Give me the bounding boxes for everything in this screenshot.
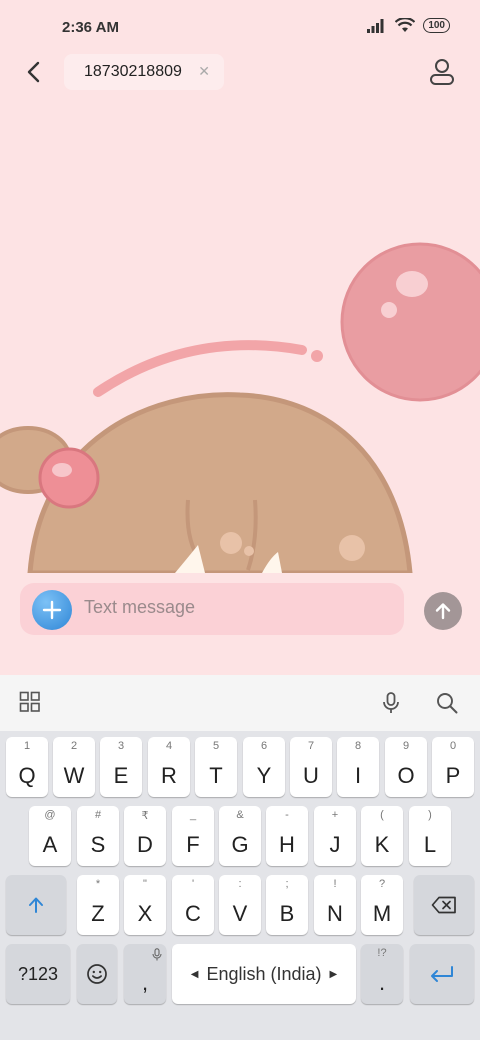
remove-recipient-icon[interactable]: ✕ [198,63,210,80]
key-g[interactable]: & G [219,806,261,866]
battery-indicator: 100 [423,18,450,33]
send-arrow-icon [435,603,451,620]
key-f[interactable]: _ F [172,806,214,866]
wifi-icon [395,18,416,32]
search-icon [437,693,458,714]
contact-button[interactable] [426,56,458,88]
key-s[interactable]: # S [77,806,119,866]
send-button[interactable] [424,592,462,630]
key-v[interactable]: :V [219,875,261,935]
key-o[interactable]: 9O [385,737,427,797]
key-x[interactable]: " X [124,875,166,935]
space-key[interactable]: ◀ English (India) ▶ [172,944,356,1004]
key-y[interactable]: 6Y [243,737,285,797]
wallpaper-illustration [0,242,480,573]
person-icon [430,59,454,85]
language-right-arrow-icon: ▶ [329,968,338,980]
key-h[interactable]: -H [266,806,308,866]
back-button[interactable] [18,56,48,88]
add-attachment-button[interactable] [32,590,72,630]
key-t[interactable]: 5T [195,737,237,797]
space-language-label: English (India) [206,963,322,984]
comma-key[interactable]: , [124,944,166,1004]
key-e[interactable]: 3E [100,737,142,797]
compose-field[interactable] [20,583,404,635]
microphone-icon [383,692,399,713]
key-d[interactable]: ₹ D [124,806,166,866]
chat-wallpaper [0,100,480,573]
period-key[interactable]: !? . [361,944,403,1004]
status-time: 2:36 AM [62,19,119,36]
shift-arrow-icon [29,897,43,913]
plus-icon [42,600,62,620]
key-b[interactable]: ; B [266,875,308,935]
recipient-chip[interactable]: 18730218809 ✕ [64,54,224,90]
key-u[interactable]: 7U [290,737,332,797]
key-j[interactable]: + J [314,806,356,866]
key-r[interactable]: 4R [148,737,190,797]
keyboard-search-button[interactable] [435,691,459,715]
key-a[interactable]: @ A [29,806,71,866]
voice-input-button[interactable] [379,691,403,715]
back-arrow-icon [27,61,40,83]
key-n[interactable]: ! N [314,875,356,935]
backspace-key[interactable] [414,875,474,935]
backspace-icon [431,896,456,914]
key-c[interactable]: ' C [172,875,214,935]
shift-key[interactable] [6,875,66,935]
key-w[interactable]: 2W [53,737,95,797]
key-z[interactable]: * Z [77,875,119,935]
apps-grid-button[interactable] [19,691,43,715]
mic-small-icon [152,948,162,961]
keyboard: 1Q 2W 3E 4R 5T 6Y 7U 8I 9O 0P @ A # S ₹ D _… [0,731,480,1040]
key-q[interactable]: 1Q [6,737,48,797]
key-m[interactable]: ? M [361,875,403,935]
status-icons: 100 [367,18,450,33]
language-left-arrow-icon: ◀ [190,968,199,980]
compose-area [0,573,480,675]
key-p[interactable]: 0P [432,737,474,797]
message-input[interactable] [84,597,384,618]
emoji-key[interactable] [77,944,117,1004]
enter-key[interactable] [410,944,474,1004]
key-i[interactable]: 8I [337,737,379,797]
grid-icon [19,691,40,712]
enter-icon [431,966,453,982]
symbols-key[interactable]: ?123 [6,944,70,1004]
key-k[interactable]: (K [361,806,403,866]
status-bar: 2:36 AM 100 [0,0,480,56]
recipient-number: 18730218809 [84,63,182,80]
key-l[interactable]: ) L [409,806,451,866]
signal-icon [367,18,384,33]
keyboard-toolbar [0,675,480,731]
emoji-icon [87,964,107,984]
